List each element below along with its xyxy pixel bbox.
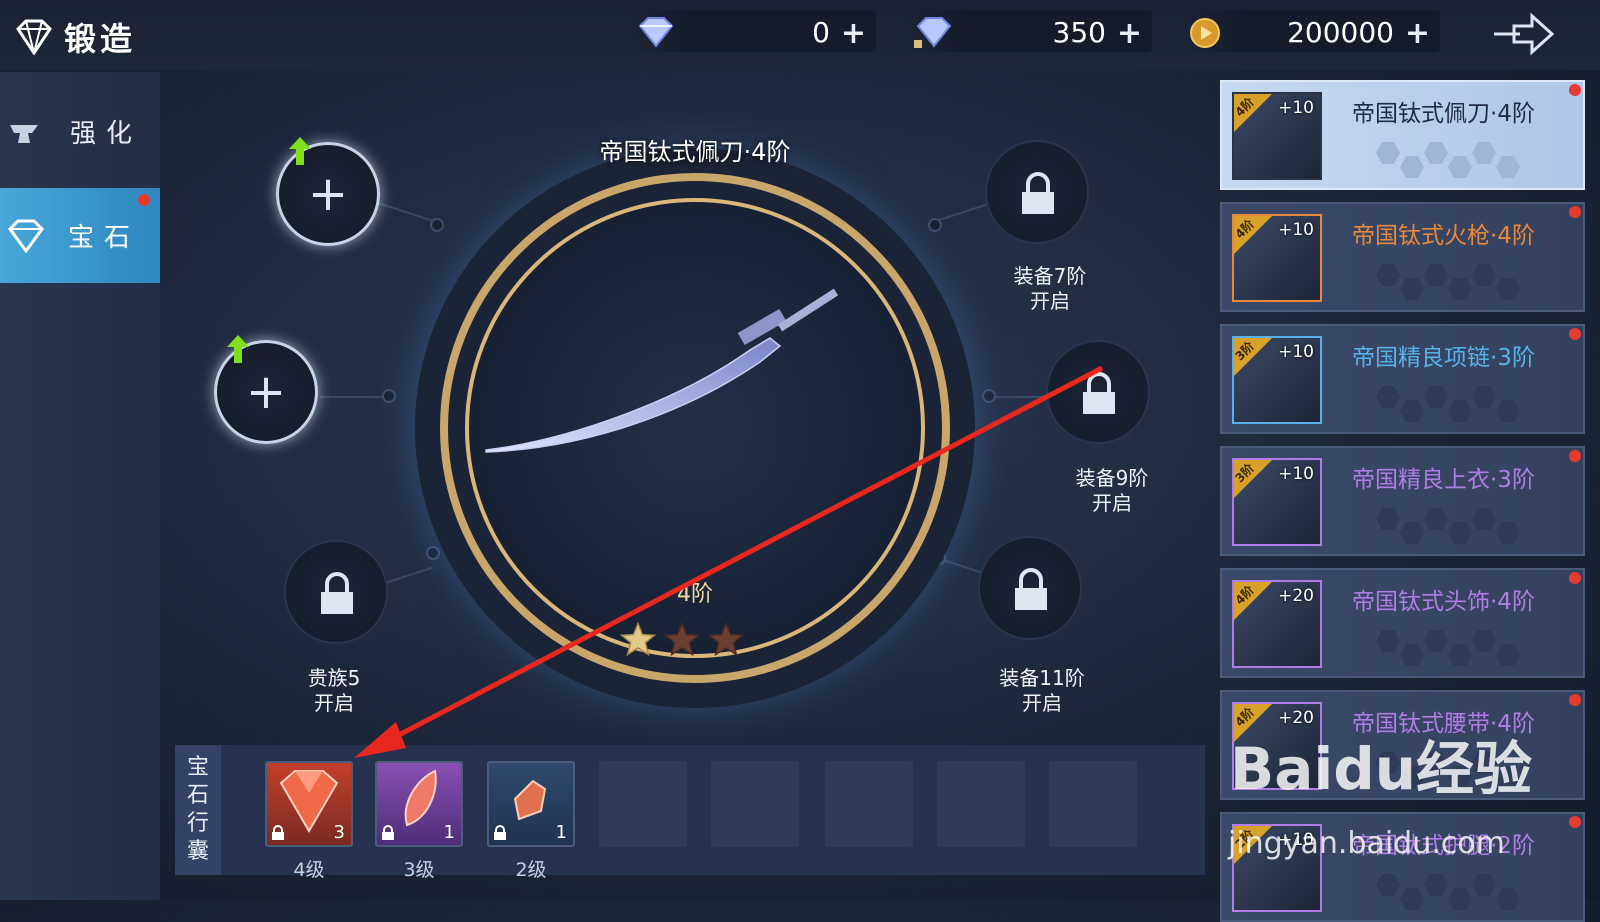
enhance-level: +10 [1278, 464, 1314, 484]
notification-dot [1569, 328, 1581, 340]
sidebar-item-enhance[interactable]: 强化 [0, 84, 160, 179]
equipment-thumbnail: 3阶 +10 [1232, 336, 1322, 424]
enhance-level: +10 [1278, 342, 1314, 362]
upgrade-arrow-icon [227, 335, 249, 363]
item-title: 帝国钛式佩刀·4阶 [599, 138, 791, 166]
gem-icon [8, 219, 44, 253]
sidebar: 强化 宝石 [0, 72, 160, 900]
equipment-thumbnail: 4阶 +10 [1232, 214, 1322, 302]
connector-node [430, 218, 444, 232]
gem-socket-icons [1376, 142, 1520, 178]
empty-gem-slot[interactable] [599, 761, 687, 847]
connector-line [377, 202, 436, 223]
bound-diamond-amount: 350 [1052, 16, 1106, 49]
add-gold-button[interactable]: + [1405, 16, 1430, 51]
title-text: 锻造 [64, 20, 137, 58]
gem-slot-1[interactable]: + [276, 137, 380, 246]
sidebar-item-label: 宝石 [68, 223, 141, 253]
sidebar-item-gem[interactable]: 宝石 [0, 188, 160, 283]
unlock-label-7: 装备7阶 开启 [1013, 264, 1087, 313]
tutorial-arrow-icon [354, 365, 1104, 758]
equipment-name: 帝国钛式佩刀·4阶 [1352, 101, 1535, 127]
add-diamond-button[interactable]: + [841, 16, 866, 51]
empty-gem-slot[interactable] [937, 761, 1025, 847]
equipment-thumbnail: 4阶 +10 [1232, 92, 1322, 180]
enhance-level: +20 [1278, 586, 1314, 606]
enhance-level: +10 [1278, 220, 1314, 240]
back-arrow-icon[interactable] [1490, 12, 1554, 56]
gem-title-icon [16, 19, 52, 55]
page-title: 锻造 [14, 14, 136, 60]
gem-item-lv3[interactable]: 1 [375, 761, 463, 847]
gem-level-label: 3级 [403, 859, 435, 881]
gem-item-lv4[interactable]: 3 [265, 761, 353, 847]
gem-bag-title: 宝石行囊 [175, 745, 221, 875]
lock-small-icon [272, 825, 284, 840]
gem-socket-icons [1376, 264, 1520, 300]
currency-diamond: 0 + [628, 10, 876, 52]
gem-slot-2[interactable]: + [214, 335, 318, 444]
equipment-item[interactable]: 4阶 +10 帝国钛式火枪·4阶 [1220, 202, 1585, 312]
connector-node [928, 218, 942, 232]
lock-small-icon [382, 825, 394, 840]
currency-gold: 200000 + [1180, 10, 1440, 52]
gem-level-label: 2级 [515, 859, 547, 881]
notification-dot [1569, 816, 1581, 828]
notification-dot [1569, 84, 1581, 96]
gem-item-lv2[interactable]: 1 [487, 761, 575, 847]
equipment-name: 帝国精良项链·3阶 [1352, 345, 1535, 371]
sidebar-item-label: 强化 [70, 119, 143, 149]
bound-diamond-icon [914, 17, 952, 48]
equipment-name: 帝国精良上衣·3阶 [1352, 467, 1535, 493]
notification-dot [1569, 694, 1581, 706]
anvil-icon [10, 124, 38, 143]
notification-dot [138, 194, 150, 206]
equipment-thumbnail: 4阶 +20 [1232, 580, 1322, 668]
gem-count: 1 [555, 822, 567, 843]
upgrade-arrow-icon [289, 137, 311, 165]
equipment-thumbnail: 3阶 +10 [1232, 458, 1322, 546]
lock-icon [1022, 172, 1054, 214]
gem-count: 3 [333, 822, 345, 843]
empty-gem-slot[interactable] [825, 761, 913, 847]
empty-gem-slot[interactable] [1049, 761, 1137, 847]
gold-amount: 200000 [1287, 16, 1394, 49]
add-bound-diamond-button[interactable]: + [1117, 16, 1142, 51]
diamond-amount: 0 [812, 16, 830, 49]
enhance-level: +10 [1278, 98, 1314, 118]
empty-gem-slot[interactable] [711, 761, 799, 847]
equipment-item[interactable]: 3阶 +10 帝国精良项链·3阶 [1220, 324, 1585, 434]
gem-level-label: 4级 [293, 859, 325, 881]
notification-dot [1569, 206, 1581, 218]
notification-dot [1569, 450, 1581, 462]
watermark-logo: Baidu经验 [1230, 735, 1533, 803]
equipment-name: 帝国钛式火枪·4阶 [1352, 223, 1535, 249]
gem-socket-icons [1376, 874, 1520, 910]
gold-coin-icon [1190, 18, 1220, 48]
diamond-icon [638, 17, 674, 48]
gem-socket-icons [1376, 630, 1520, 666]
watermark-url: jingyan.baidu.com [1228, 826, 1505, 861]
gem-slot-locked-7[interactable] [985, 140, 1089, 244]
currency-bound-diamond: 350 + [904, 10, 1152, 52]
gem-socket-icons [1376, 508, 1520, 544]
equipment-item[interactable]: 3阶 +10 帝国精良上衣·3阶 [1220, 446, 1585, 556]
equipment-name: 帝国钛式头饰·4阶 [1352, 589, 1535, 615]
notification-dot [1569, 572, 1581, 584]
gem-count: 1 [443, 822, 455, 843]
gem-socket-icons [1376, 386, 1520, 422]
lock-small-icon [494, 825, 506, 840]
equipment-item[interactable]: 4阶 +20 帝国钛式头饰·4阶 [1220, 568, 1585, 678]
equipment-item[interactable]: 4阶 +10 帝国钛式佩刀·4阶 [1220, 80, 1585, 190]
top-bar: 锻造 0 + 350 + 200000 + [0, 0, 1600, 70]
